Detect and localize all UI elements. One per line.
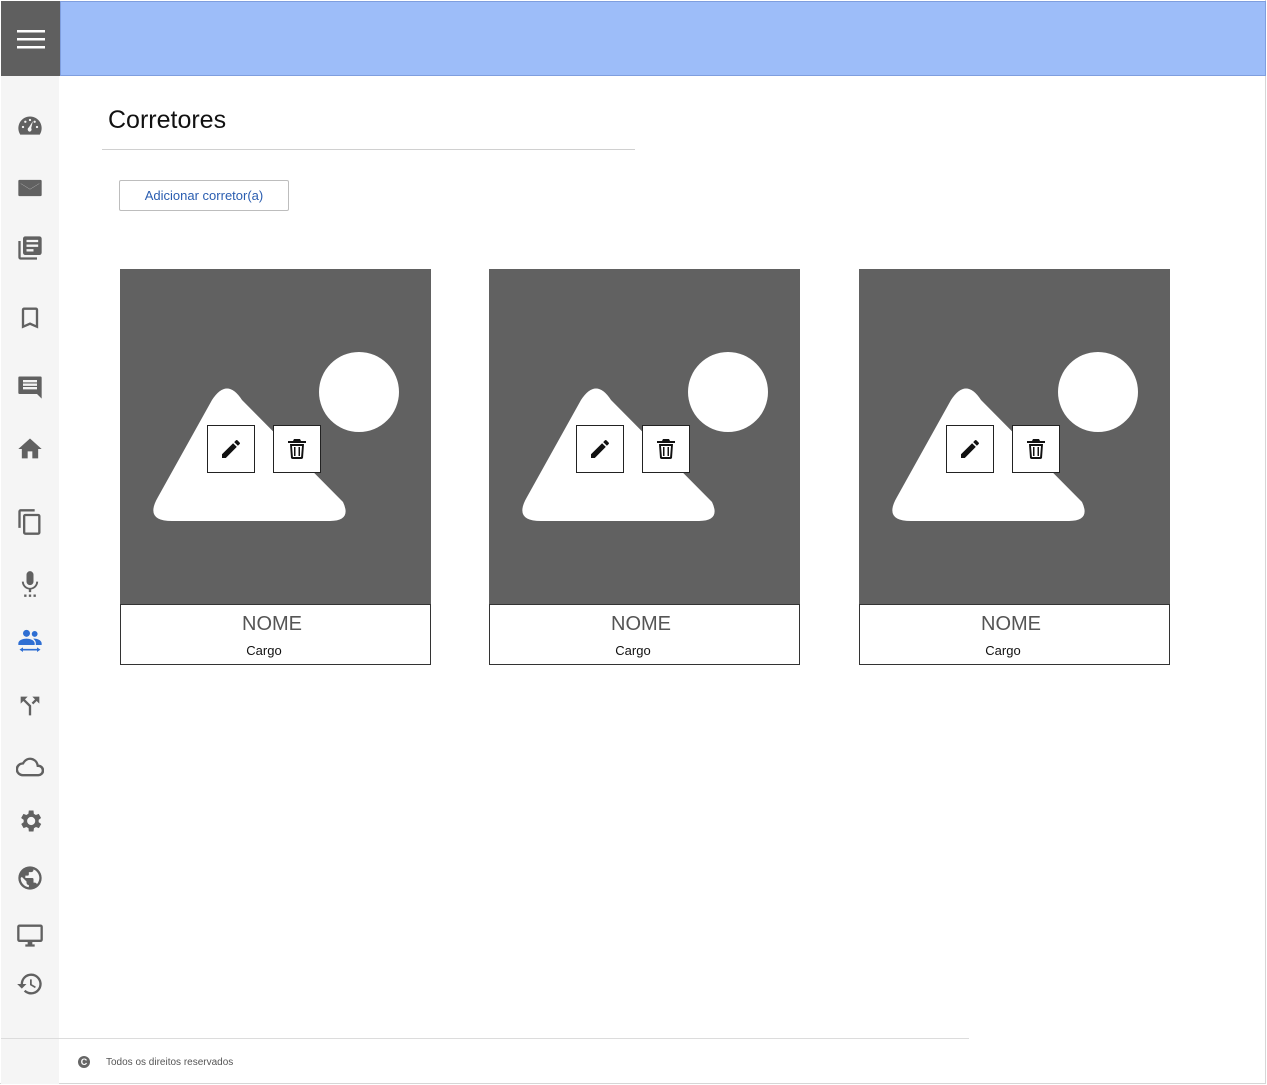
top-bar: [60, 1, 1266, 76]
sidebar-item-mail[interactable]: [14, 172, 46, 204]
library-icon: [18, 236, 42, 260]
sidebar-item-routing[interactable]: [14, 690, 46, 722]
dashboard-icon: [18, 116, 42, 135]
title-divider: [102, 149, 635, 150]
mail-icon: [18, 179, 42, 197]
sidebar-item-cloud[interactable]: [14, 751, 46, 783]
sidebar-item-history[interactable]: [14, 968, 46, 1000]
sidebar-item-dashboard[interactable]: [14, 111, 46, 143]
broker-info: NOME Cargo: [489, 604, 800, 665]
sidebar-item-settings[interactable]: [14, 805, 46, 837]
delete-button[interactable]: [273, 425, 321, 473]
monitor-icon: [17, 924, 43, 947]
people-icon: [18, 629, 42, 652]
broker-photo-placeholder: [859, 269, 1170, 605]
broker-info: NOME Cargo: [120, 604, 431, 665]
pencil-icon: [222, 440, 240, 458]
broker-photo-placeholder: [120, 269, 431, 605]
broker-info: NOME Cargo: [859, 604, 1170, 665]
footer-divider: [1, 1038, 969, 1039]
delete-button[interactable]: [1012, 425, 1060, 473]
broker-role: Cargo: [615, 643, 651, 658]
globe-icon: [18, 866, 42, 890]
broker-name: NOME: [611, 613, 671, 635]
add-broker-button[interactable]: Adicionar corretor(a): [119, 180, 289, 211]
broker-card: NOME Cargo: [859, 269, 1170, 666]
sidebar-item-copy[interactable]: [14, 506, 46, 538]
sidebar-item-bookmark[interactable]: [14, 302, 46, 334]
sidebar-item-library[interactable]: [14, 232, 46, 264]
microphone-icon: [21, 571, 39, 597]
split-arrows-icon: [20, 696, 40, 716]
pencil-icon: [591, 440, 609, 458]
footer: C Todos os direitos reservados: [78, 1056, 233, 1068]
sidebar-item-globe[interactable]: [14, 862, 46, 894]
broker-name: NOME: [981, 613, 1041, 635]
broker-role: Cargo: [985, 643, 1021, 658]
cloud-icon: [16, 757, 44, 777]
edit-button[interactable]: [207, 425, 255, 473]
sidebar-item-microphone[interactable]: [14, 568, 46, 600]
sidebar-item-messages[interactable]: [14, 371, 46, 403]
home-icon: [18, 438, 42, 459]
gear-icon: [21, 810, 42, 832]
copyright-icon: C: [78, 1056, 90, 1068]
edit-button[interactable]: [946, 425, 994, 473]
broker-card: NOME Cargo: [120, 269, 431, 666]
page-title: Corretores: [108, 106, 227, 134]
footer-text: Todos os direitos reservados: [106, 1056, 234, 1068]
trash-icon: [657, 439, 675, 460]
sidebar-item-monitor[interactable]: [14, 919, 46, 951]
sidebar-item-home[interactable]: [14, 433, 46, 465]
delete-button[interactable]: [642, 425, 690, 473]
history-icon: [17, 973, 42, 995]
trash-icon: [1027, 439, 1045, 460]
pencil-icon: [961, 440, 979, 458]
sidebar-item-brokers[interactable]: [14, 622, 46, 654]
copy-icon: [18, 509, 41, 535]
broker-photo-placeholder: [489, 269, 800, 605]
comment-icon: [18, 376, 42, 399]
edit-button[interactable]: [576, 425, 624, 473]
trash-icon: [288, 439, 306, 460]
hamburger-menu-button[interactable]: [1, 1, 60, 76]
broker-card: NOME Cargo: [489, 269, 800, 666]
menu-icon: [16, 29, 45, 48]
broker-name: NOME: [242, 613, 302, 635]
broker-role: Cargo: [246, 643, 282, 658]
bookmark-icon: [21, 307, 39, 329]
